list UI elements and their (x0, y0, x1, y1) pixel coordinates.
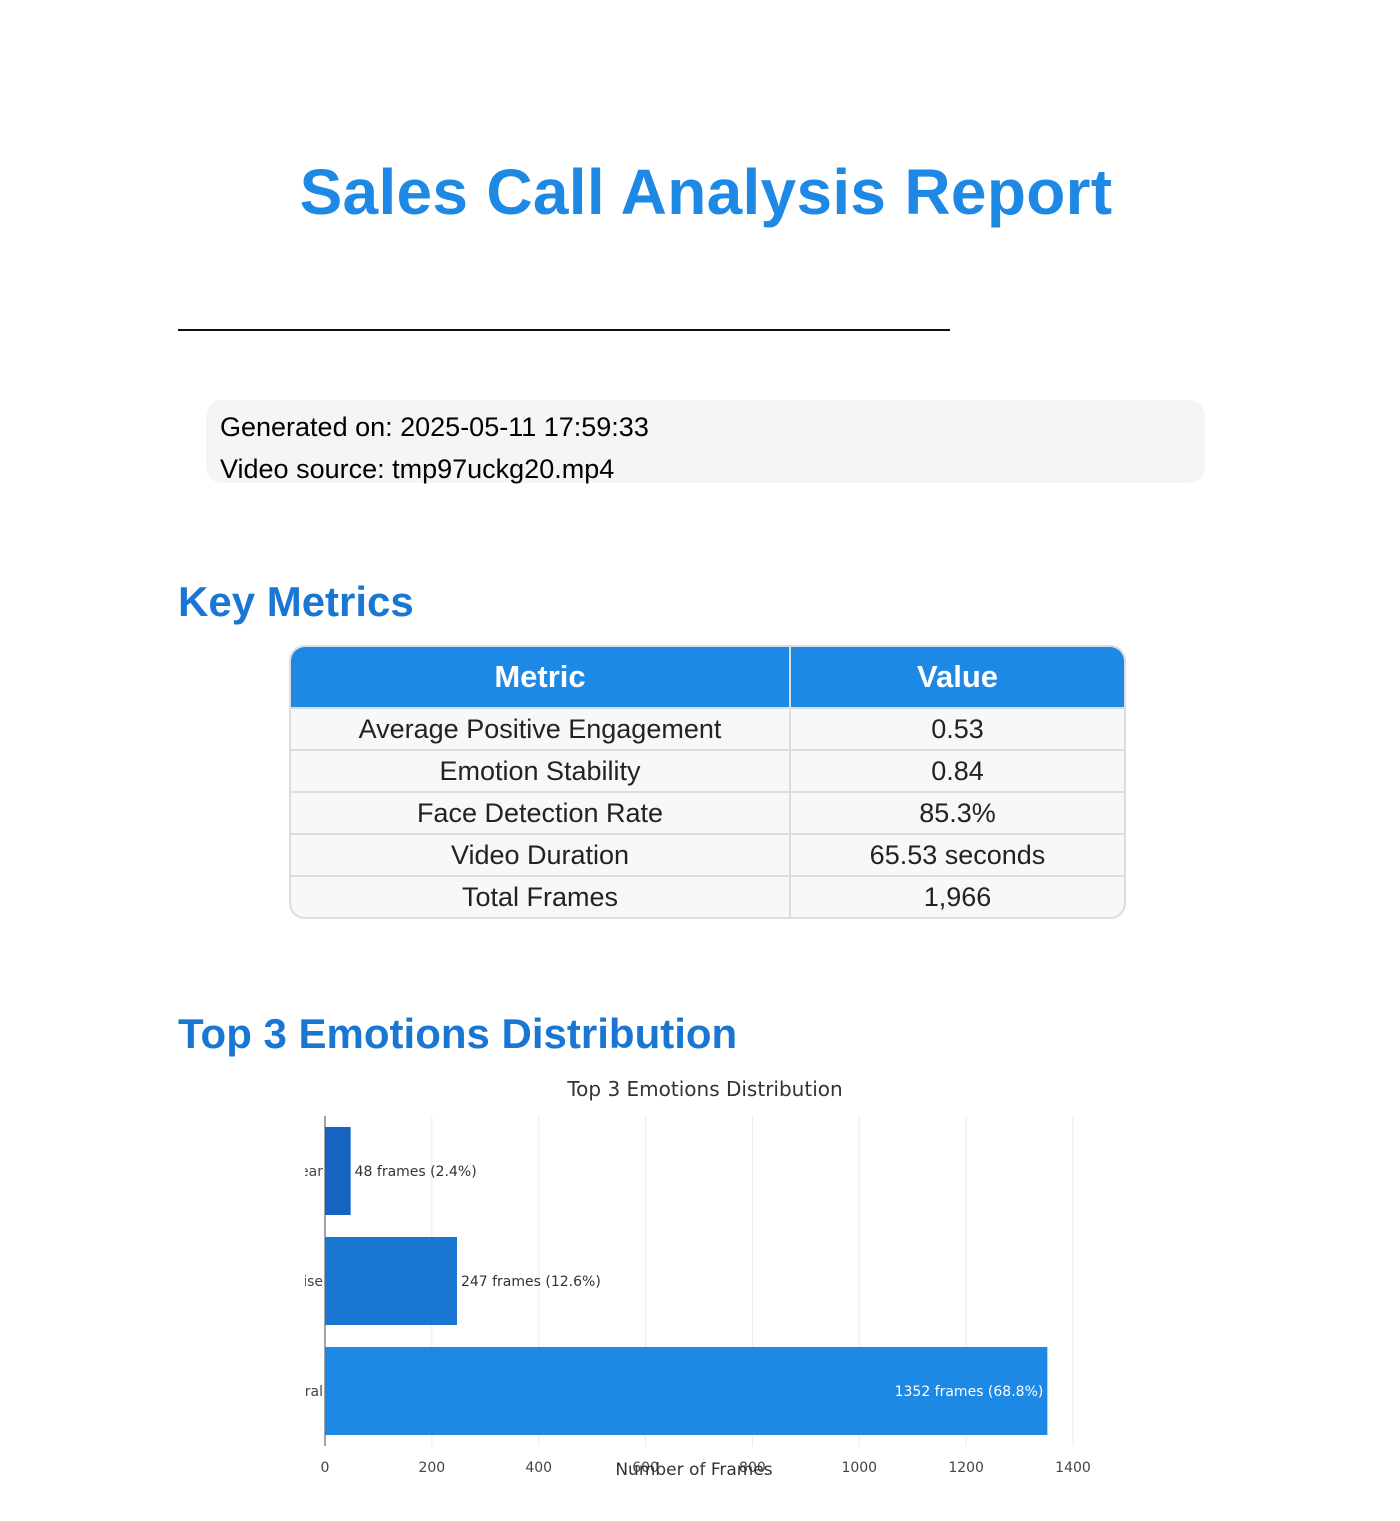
category-label: ral (305, 1384, 323, 1400)
x-tick-label: 1000 (841, 1460, 877, 1476)
data-label: 48 frames (2.4%) (355, 1164, 477, 1180)
data-label: 247 frames (12.6%) (461, 1274, 601, 1290)
x-tick-label: 1200 (948, 1460, 984, 1476)
x-tick-label: 400 (525, 1460, 552, 1476)
x-tick-label: 1400 (1055, 1460, 1091, 1476)
category-label: ear (300, 1164, 323, 1180)
x-axis-title: Number of Frames (615, 1460, 772, 1480)
x-tick-label: 200 (418, 1460, 445, 1476)
emotions-bar-chart: 48 frames (2.4%) ear 247 frames (12.6%) ise… (300, 1116, 1091, 1480)
category-label: ise (303, 1274, 323, 1290)
bar-ise (325, 1237, 457, 1325)
data-label: 1352 frames (68.8%) (895, 1384, 1044, 1400)
x-tick-label: 0 (321, 1460, 330, 1476)
bar-ear (325, 1127, 351, 1215)
